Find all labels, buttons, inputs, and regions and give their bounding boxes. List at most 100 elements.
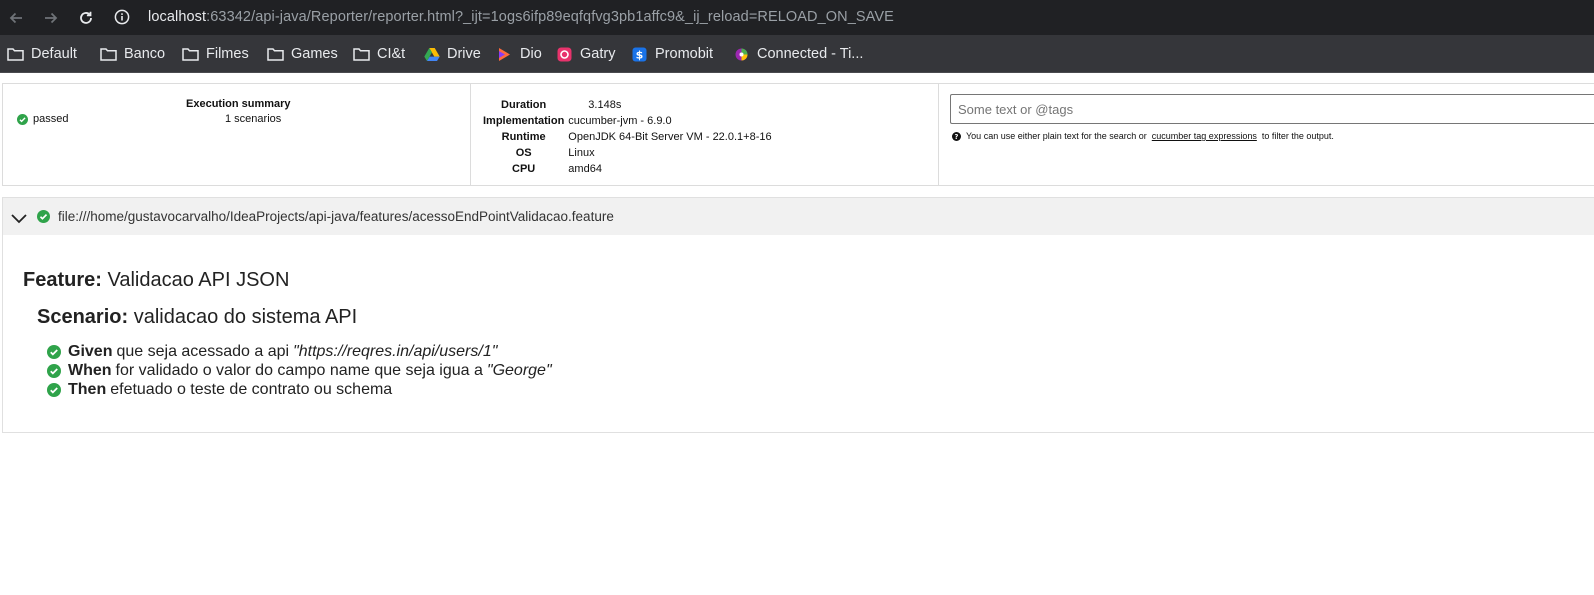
bookmark-gatry[interactable]: Gatry xyxy=(556,45,615,63)
bookmark-label: Dio xyxy=(520,46,542,62)
back-button[interactable] xyxy=(3,5,29,31)
bookmark-label: Gatry xyxy=(580,46,616,62)
promobit-icon: $ xyxy=(631,46,648,62)
arrow-right-icon xyxy=(45,12,58,24)
url-path: :63342/api-java/Reporter/reporter.html?_… xyxy=(206,9,894,25)
step-item: Then efetuado o teste de contrato ou sch… xyxy=(47,380,552,399)
step-text: que seja acessado a api xyxy=(116,343,290,361)
feature-header[interactable]: file:///home/gustavocarvalho/IdeaProject… xyxy=(3,198,1594,235)
step-argument: "https://reqres.in/api/users/1" xyxy=(293,343,498,361)
search-box xyxy=(950,94,1594,124)
env-row: CPU amd64 xyxy=(483,161,772,177)
step-keyword: Given xyxy=(68,343,113,361)
feature-file-path: file:///home/gustavocarvalho/IdeaProject… xyxy=(58,209,614,224)
forward-button[interactable] xyxy=(38,5,64,31)
bookmark-banco[interactable]: Banco xyxy=(100,45,165,63)
url-host: localhost xyxy=(148,9,207,25)
summary-title: Execution summary xyxy=(186,98,291,110)
bookmark-filmes[interactable]: Filmes xyxy=(182,45,249,63)
env-value: cucumber-jvm - 6.9.0 xyxy=(568,115,672,127)
folder-icon xyxy=(267,46,284,62)
env-key: OS xyxy=(515,147,532,159)
bookmarks-bar: Default Banco Filmes Games CI&t Drive Di… xyxy=(0,35,1594,73)
tag-expressions-link[interactable]: cucumber tag expressions xyxy=(1152,131,1257,141)
arrow-left-icon xyxy=(9,12,22,24)
scenario-keyword: Scenario: xyxy=(37,306,129,328)
env-row: Duration 3.148s xyxy=(483,97,772,113)
connected-icon xyxy=(733,46,750,62)
folder-icon xyxy=(7,46,24,62)
search-cell: ? You can use either plain text for the … xyxy=(939,84,1594,185)
bookmark-label: Games xyxy=(291,46,338,62)
env-key: Duration xyxy=(501,99,547,111)
env-value: OpenJDK 64-Bit Server VM - 22.0.1+8-16 xyxy=(568,131,772,143)
bookmark-label: Default xyxy=(31,46,77,62)
bookmark-promobit[interactable]: $ Promobit xyxy=(631,45,713,63)
dio-icon xyxy=(496,46,513,62)
step-keyword: When xyxy=(68,362,112,380)
svg-text:?: ? xyxy=(955,133,959,141)
summary-status: passed xyxy=(17,113,68,125)
steps-list: Given que seja acessado a api "https://r… xyxy=(47,343,552,399)
feature-block: file:///home/gustavocarvalho/IdeaProject… xyxy=(2,197,1594,433)
env-value: amd64 xyxy=(568,163,602,175)
chevron-down-icon[interactable] xyxy=(10,211,28,225)
bookmark-label: CI&t xyxy=(377,46,406,62)
bookmark-connected[interactable]: Connected - Ti... xyxy=(733,45,863,63)
env-row: Implementation cucumber-jvm - 6.9.0 xyxy=(483,113,772,129)
bookmark-games[interactable]: Games xyxy=(267,45,338,63)
question-circle-icon: ? xyxy=(952,131,961,141)
reload-button[interactable] xyxy=(73,5,99,31)
environment-table: Duration 3.148s Implementation cucumber-jv… xyxy=(483,97,772,177)
google-drive-icon xyxy=(423,46,440,62)
feature-title: Feature: Validacao API JSON xyxy=(23,269,289,292)
passed-check-icon xyxy=(47,382,61,397)
svg-text:$: $ xyxy=(636,48,644,61)
folder-icon xyxy=(353,46,370,62)
scenario-name: validacao do sistema API xyxy=(133,306,358,328)
search-help: ? You can use either plain text for the … xyxy=(952,131,1334,141)
summary-cell: Execution summary passed 1 scenarios xyxy=(3,84,471,185)
env-key: CPU xyxy=(512,163,536,175)
passed-check-icon xyxy=(17,113,28,125)
step-text: efetuado o teste de contrato ou schema xyxy=(110,380,393,398)
bookmark-ciandt[interactable]: CI&t xyxy=(353,45,405,63)
bookmark-label: Filmes xyxy=(206,46,249,62)
passed-check-icon xyxy=(37,210,50,223)
search-help-text-end: to filter the output. xyxy=(1261,131,1334,141)
bookmark-drive[interactable]: Drive xyxy=(423,45,481,63)
reload-icon xyxy=(80,11,92,24)
scenario-title: Scenario: validacao do sistema API xyxy=(37,306,357,329)
step-keyword: Then xyxy=(68,380,107,398)
gatry-icon xyxy=(556,46,573,62)
search-input[interactable] xyxy=(951,95,1594,123)
scenario-count: 1 scenarios xyxy=(225,113,282,125)
env-key: Implementation xyxy=(483,115,565,127)
environment-cell: Duration 3.148s Implementation cucumber-jv… xyxy=(471,84,939,185)
folder-icon xyxy=(100,46,117,62)
env-row: OS Linux xyxy=(483,145,772,161)
site-info-icon[interactable] xyxy=(114,9,130,25)
step-item: Given que seja acessado a api "https://r… xyxy=(47,343,552,362)
env-row: Runtime OpenJDK 64-Bit Server VM - 22.0.1… xyxy=(483,129,772,145)
folder-icon xyxy=(182,46,199,62)
step-text: for validado o valor do campo name que s… xyxy=(115,362,483,380)
bookmark-default[interactable]: Default xyxy=(7,45,77,63)
address-bar[interactable]: localhost:63342/api-java/Reporter/report… xyxy=(148,9,894,25)
bookmark-label: Connected - Ti... xyxy=(757,46,864,62)
passed-check-icon xyxy=(47,345,61,360)
bookmark-label: Drive xyxy=(447,46,481,62)
feature-keyword: Feature: xyxy=(23,269,102,291)
browser-toolbar: localhost:63342/api-java/Reporter/report… xyxy=(0,0,1594,35)
step-item: When for validado o valor do campo name … xyxy=(47,362,552,381)
env-key: Runtime xyxy=(501,131,546,143)
bookmark-dio[interactable]: Dio xyxy=(496,45,542,63)
env-value: 3.148s xyxy=(588,99,622,111)
passed-check-icon xyxy=(47,364,61,379)
feature-name: Validacao API JSON xyxy=(107,269,290,291)
env-value: Linux xyxy=(568,147,595,159)
execution-summary-panel: Execution summary passed 1 scenarios Dur… xyxy=(2,83,1594,186)
step-argument: "George" xyxy=(486,362,552,380)
status-text: passed xyxy=(33,113,69,125)
bookmark-label: Promobit xyxy=(655,46,714,62)
